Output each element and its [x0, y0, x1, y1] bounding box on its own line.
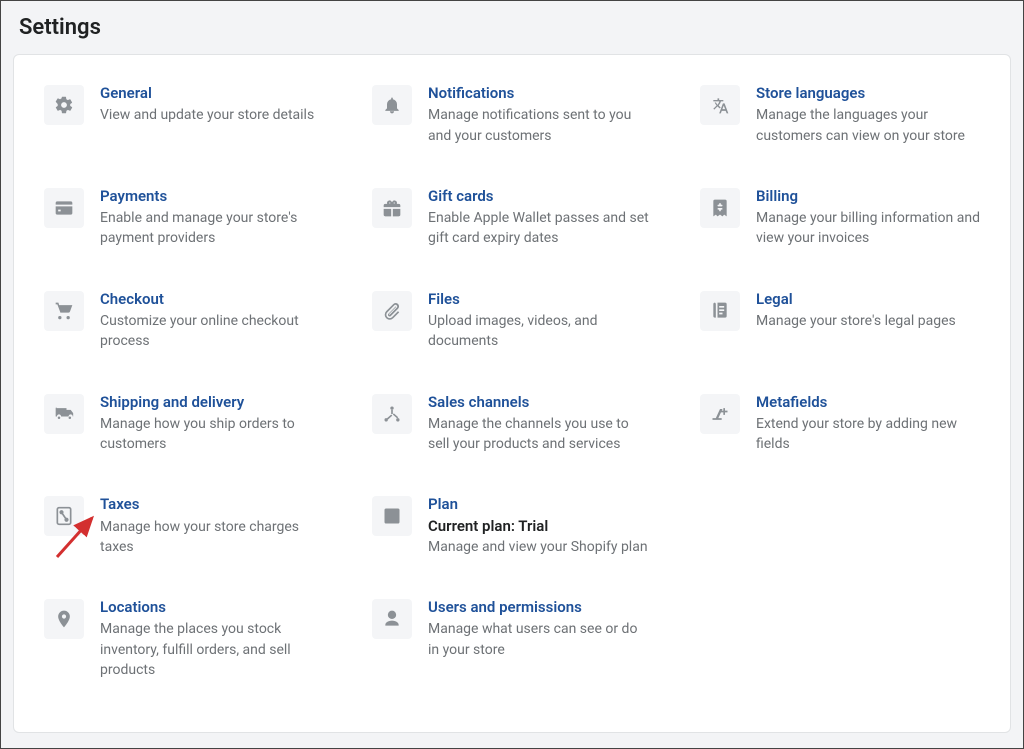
tile-title: Users and permissions	[428, 597, 652, 617]
tile-title: Legal	[756, 289, 980, 309]
tile-legal[interactable]: Legal Manage your store's legal pages	[700, 289, 980, 352]
settings-card: General View and update your store detai…	[13, 54, 1011, 733]
gift-icon	[372, 188, 412, 228]
tile-billing[interactable]: Billing Manage your billing information …	[700, 186, 980, 249]
tile-desc: Manage notifications sent to you and you…	[428, 105, 652, 146]
tile-title: Plan	[428, 494, 652, 514]
tile-saleschannels[interactable]: Sales channels Manage the channels you u…	[372, 392, 652, 455]
tile-title: Payments	[100, 186, 324, 206]
tile-title: Gift cards	[428, 186, 652, 206]
tile-desc: Enable and manage your store's payment p…	[100, 208, 324, 249]
tile-title: Taxes	[100, 494, 324, 514]
billing-icon	[700, 188, 740, 228]
paperclip-icon	[372, 291, 412, 331]
tile-giftcards[interactable]: Gift cards Enable Apple Wallet passes an…	[372, 186, 652, 249]
tile-desc: Manage how you ship orders to customers	[100, 414, 324, 455]
page-title: Settings	[19, 15, 1011, 40]
plan-icon	[372, 496, 412, 536]
tile-title: Notifications	[428, 83, 652, 103]
tile-desc: Manage and view your Shopify plan	[428, 537, 652, 557]
tile-desc: Upload images, videos, and documents	[428, 311, 652, 352]
tile-languages[interactable]: Store languages Manage the languages you…	[700, 83, 980, 146]
tile-title: Files	[428, 289, 652, 309]
tile-title: Checkout	[100, 289, 324, 309]
credit-card-icon	[44, 188, 84, 228]
tile-checkout[interactable]: Checkout Customize your online checkout …	[44, 289, 324, 352]
location-icon	[44, 599, 84, 639]
tile-desc: Manage your store's legal pages	[756, 311, 980, 331]
tile-shipping[interactable]: Shipping and delivery Manage how you shi…	[44, 392, 324, 455]
tile-title: Billing	[756, 186, 980, 206]
tile-title: General	[100, 83, 324, 103]
tile-title: Metafields	[756, 392, 980, 412]
tile-payments[interactable]: Payments Enable and manage your store's …	[44, 186, 324, 249]
tile-plan[interactable]: Plan Current plan: Trial Manage and view…	[372, 494, 652, 557]
user-icon	[372, 599, 412, 639]
tile-title: Shipping and delivery	[100, 392, 324, 412]
gear-icon	[44, 85, 84, 125]
bell-icon	[372, 85, 412, 125]
tile-general[interactable]: General View and update your store detai…	[44, 83, 324, 146]
tile-desc: View and update your store details	[100, 105, 324, 125]
tile-title: Store languages	[756, 83, 980, 103]
tile-files[interactable]: Files Upload images, videos, and documen…	[372, 289, 652, 352]
channels-icon	[372, 394, 412, 434]
scroll-icon	[700, 291, 740, 331]
taxes-icon	[44, 496, 84, 536]
translate-icon	[700, 85, 740, 125]
settings-grid: General View and update your store detai…	[44, 83, 980, 680]
truck-icon	[44, 394, 84, 434]
tile-locations[interactable]: Locations Manage the places you stock in…	[44, 597, 324, 680]
tile-desc: Extend your store by adding new fields	[756, 414, 980, 455]
tile-taxes[interactable]: Taxes Manage how your store charges taxe…	[44, 494, 324, 557]
tile-notifications[interactable]: Notifications Manage notifications sent …	[372, 83, 652, 146]
tile-desc: Manage your billing information and view…	[756, 208, 980, 249]
tile-desc: Manage what users can see or do in your …	[428, 619, 652, 660]
tile-desc: Manage the channels you use to sell your…	[428, 414, 652, 455]
tile-desc: Enable Apple Wallet passes and set gift …	[428, 208, 652, 249]
tile-desc: Manage the languages your customers can …	[756, 105, 980, 146]
metafields-icon	[700, 394, 740, 434]
tile-title: Sales channels	[428, 392, 652, 412]
tile-desc: Manage the places you stock inventory, f…	[100, 619, 324, 680]
tile-metafields[interactable]: Metafields Extend your store by adding n…	[700, 392, 980, 455]
tile-subtitle: Current plan: Trial	[428, 517, 652, 535]
tile-title: Locations	[100, 597, 324, 617]
cart-icon	[44, 291, 84, 331]
tile-desc: Manage how your store charges taxes	[100, 517, 324, 558]
tile-desc: Customize your online checkout process	[100, 311, 324, 352]
tile-users[interactable]: Users and permissions Manage what users …	[372, 597, 652, 680]
